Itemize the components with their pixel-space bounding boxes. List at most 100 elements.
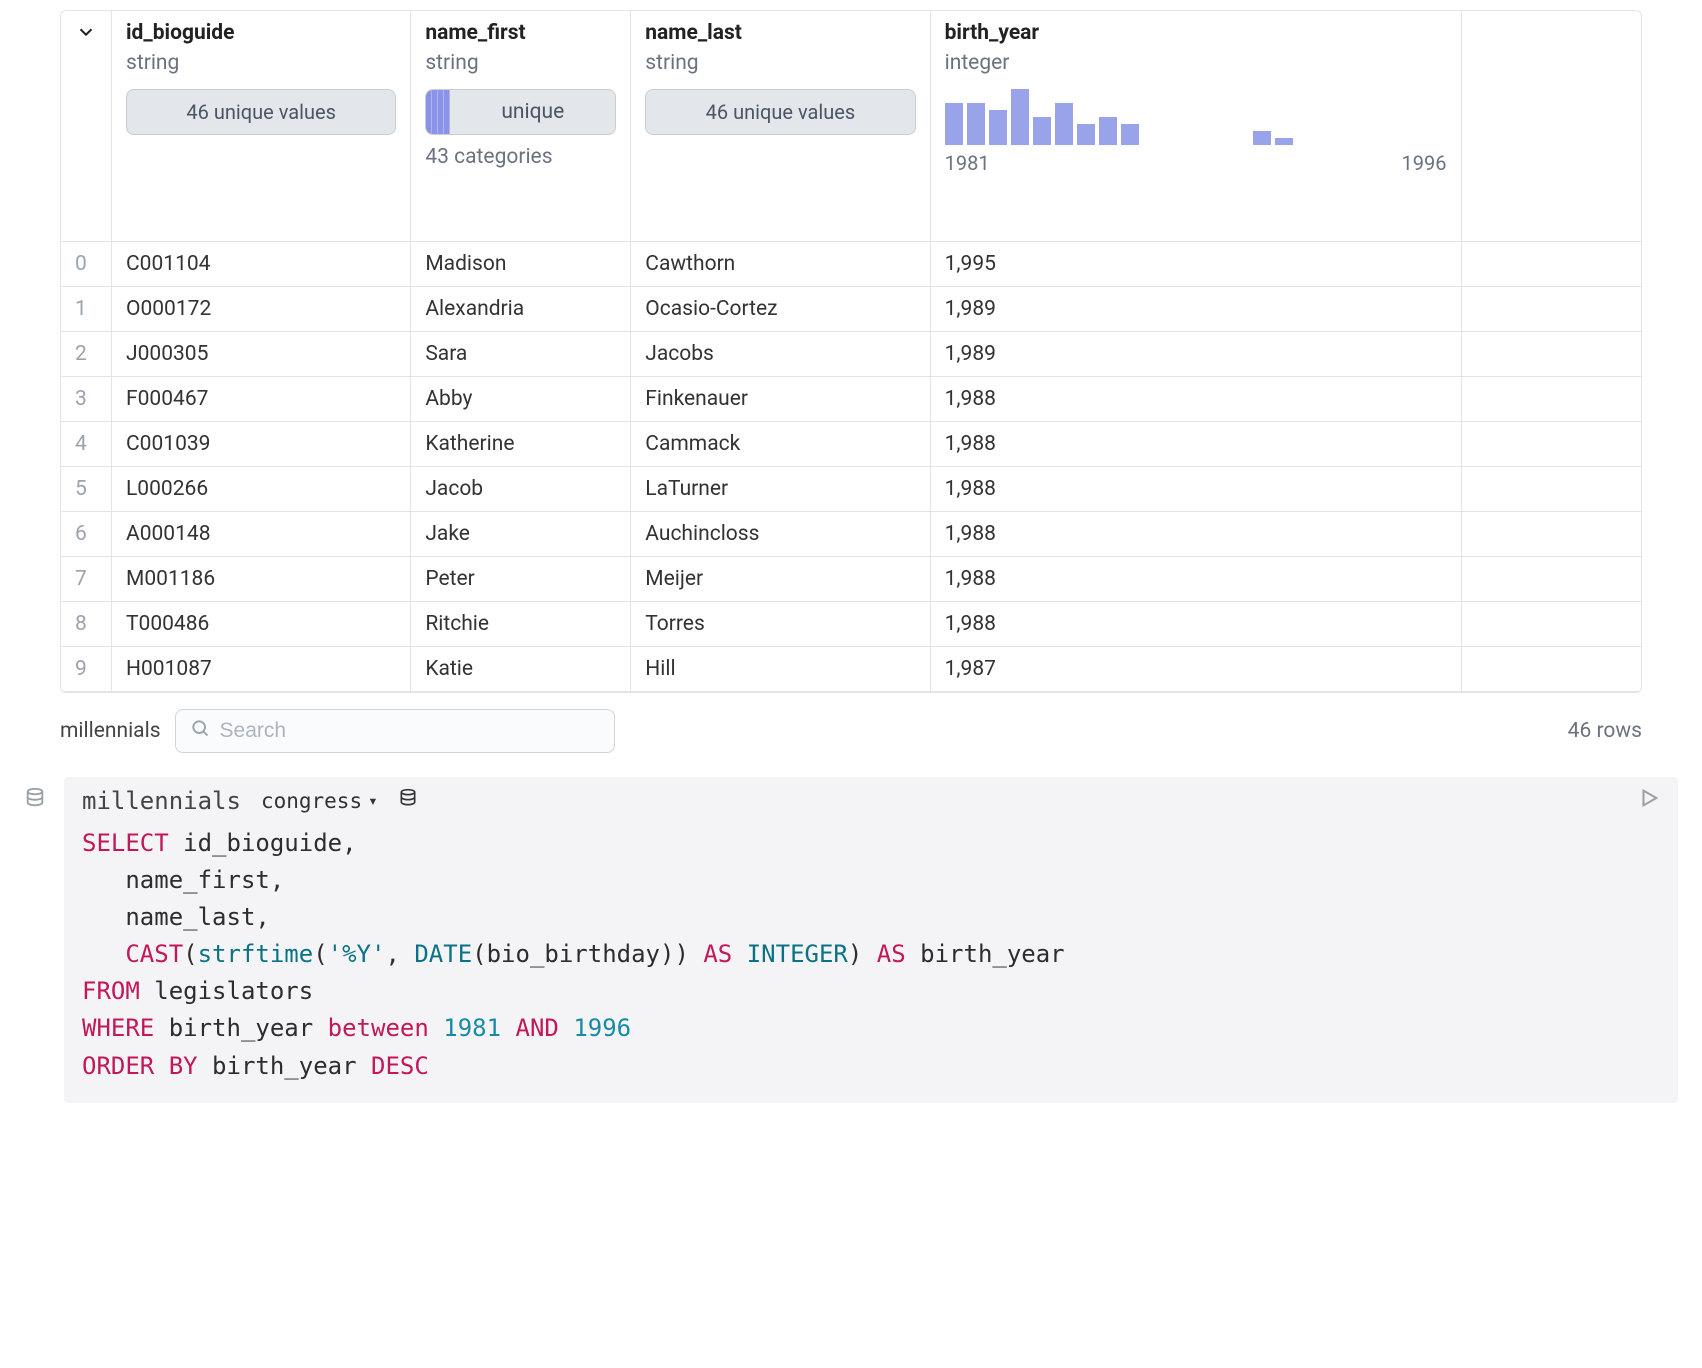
cell-name_first: Jacob [411, 466, 631, 511]
collapse-header-toggle[interactable] [61, 11, 112, 241]
row-index: 2 [61, 331, 112, 376]
table-name-label: millennials [60, 719, 161, 743]
cell-extra [1461, 376, 1641, 421]
column-header-name_last[interactable]: name_last string 46 unique values [631, 11, 930, 241]
cell-extra [1461, 421, 1641, 466]
search-icon [190, 718, 210, 744]
histogram-bar [1077, 124, 1095, 145]
histogram-bar [1055, 103, 1073, 145]
datasource-selector[interactable]: congress ▾ [261, 789, 378, 813]
chevron-down-icon [75, 21, 97, 49]
cell-birth_year: 1,989 [930, 331, 1461, 376]
cell-name_last: Auchincloss [631, 511, 930, 556]
row-index: 9 [61, 646, 112, 691]
table-row[interactable]: 6A000148JakeAuchincloss1,988 [61, 511, 1641, 556]
table-row[interactable]: 9H001087KatieHill1,987 [61, 646, 1641, 691]
column-name: birth_year [945, 21, 1447, 45]
cell-birth_year: 1,988 [930, 421, 1461, 466]
cell-name_first: Sara [411, 331, 631, 376]
cell-name_last: Ocasio-Cortez [631, 286, 930, 331]
column-type: integer [945, 51, 1447, 75]
cell-id_bioguide: T000486 [112, 601, 411, 646]
cell-extra [1461, 286, 1641, 331]
cell-name_last: LaTurner [631, 466, 930, 511]
column-subnote: 43 categories [425, 145, 616, 169]
row-index: 6 [61, 511, 112, 556]
cell-name_last: Hill [631, 646, 930, 691]
cell-extra [1461, 241, 1641, 286]
column-summary-pill[interactable]: unique [425, 89, 616, 135]
cell-birth_year: 1,987 [930, 646, 1461, 691]
result-table: id_bioguide string 46 unique values name… [60, 10, 1642, 693]
cell-extra [1461, 556, 1641, 601]
table-row[interactable]: 3F000467AbbyFinkenauer1,988 [61, 376, 1641, 421]
cell-name_last: Jacobs [631, 331, 930, 376]
cell-birth_year: 1,988 [930, 601, 1461, 646]
run-button[interactable] [1638, 787, 1660, 814]
column-summary-text: unique [450, 90, 615, 134]
cell-extra [1461, 646, 1641, 691]
column-header-name_first[interactable]: name_first string unique 43 categories [411, 11, 631, 241]
cell-birth_year: 1,995 [930, 241, 1461, 286]
column-header-id_bioguide[interactable]: id_bioguide string 46 unique values [112, 11, 411, 241]
column-histogram[interactable] [945, 89, 1447, 145]
column-type: string [645, 51, 915, 75]
cell-name_first: Madison [411, 241, 631, 286]
cell-name_first: Katie [411, 646, 631, 691]
table-row[interactable]: 1O000172AlexandriaOcasio-Cortez1,989 [61, 286, 1641, 331]
row-count: 46 rows [1568, 719, 1642, 743]
cell-id_bioguide: L000266 [112, 466, 411, 511]
cell-id_bioguide: C001039 [112, 421, 411, 466]
cell-extra [1461, 331, 1641, 376]
cell-id_bioguide: C001104 [112, 241, 411, 286]
table-row[interactable]: 7M001186PeterMeijer1,988 [61, 556, 1641, 601]
cell-id_bioguide: J000305 [112, 331, 411, 376]
table-row[interactable]: 8T000486RitchieTorres1,988 [61, 601, 1641, 646]
row-index: 4 [61, 421, 112, 466]
cell-extra [1461, 511, 1641, 556]
histogram-bar [1099, 117, 1117, 145]
cell-name_first: Alexandria [411, 286, 631, 331]
histogram-bar [1011, 89, 1029, 145]
cell-extra [1461, 466, 1641, 511]
cell-birth_year: 1,988 [930, 511, 1461, 556]
sql-editor[interactable]: SELECT id_bioguide, name_first, name_las… [64, 819, 1678, 1099]
query-title[interactable]: millennials [82, 787, 241, 815]
datasource-name: congress [261, 789, 362, 813]
caret-down-icon: ▾ [368, 791, 378, 810]
column-summary-pill[interactable]: 46 unique values [645, 89, 915, 135]
database-icon[interactable] [398, 788, 418, 813]
histogram-bar [1121, 124, 1139, 145]
histogram-bar [967, 103, 985, 145]
row-index: 8 [61, 601, 112, 646]
table-row[interactable]: 4C001039KatherineCammack1,988 [61, 421, 1641, 466]
cell-name_last: Torres [631, 601, 930, 646]
column-summary-pill[interactable]: 46 unique values [126, 89, 396, 135]
histogram-bar [1253, 131, 1271, 145]
cell-name_first: Abby [411, 376, 631, 421]
column-header-extra [1461, 11, 1641, 241]
histogram-bar [1033, 117, 1051, 145]
cell-birth_year: 1,988 [930, 376, 1461, 421]
search-input-wrapper[interactable] [175, 709, 615, 753]
query-cell: millennials congress ▾ SELECT id_bioguid… [64, 777, 1678, 1103]
search-input[interactable] [220, 719, 600, 743]
row-index: 7 [61, 556, 112, 601]
hist-axis-max: 1996 [1402, 151, 1447, 175]
hist-axis-min: 1981 [945, 151, 990, 175]
column-name: name_last [645, 21, 915, 45]
column-header-birth_year[interactable]: birth_year integer 1981 1996 [930, 11, 1461, 241]
table-row[interactable]: 2J000305SaraJacobs1,989 [61, 331, 1641, 376]
histogram-bar [1275, 138, 1293, 145]
cell-name_first: Peter [411, 556, 631, 601]
cell-id_bioguide: M001186 [112, 556, 411, 601]
table-row[interactable]: 5L000266JacobLaTurner1,988 [61, 466, 1641, 511]
row-index: 5 [61, 466, 112, 511]
cell-extra [1461, 601, 1641, 646]
cell-name_first: Jake [411, 511, 631, 556]
histogram-bar [989, 110, 1007, 145]
row-index: 3 [61, 376, 112, 421]
cell-name_last: Cammack [631, 421, 930, 466]
table-row[interactable]: 0C001104MadisonCawthorn1,995 [61, 241, 1641, 286]
cell-name_first: Katherine [411, 421, 631, 466]
